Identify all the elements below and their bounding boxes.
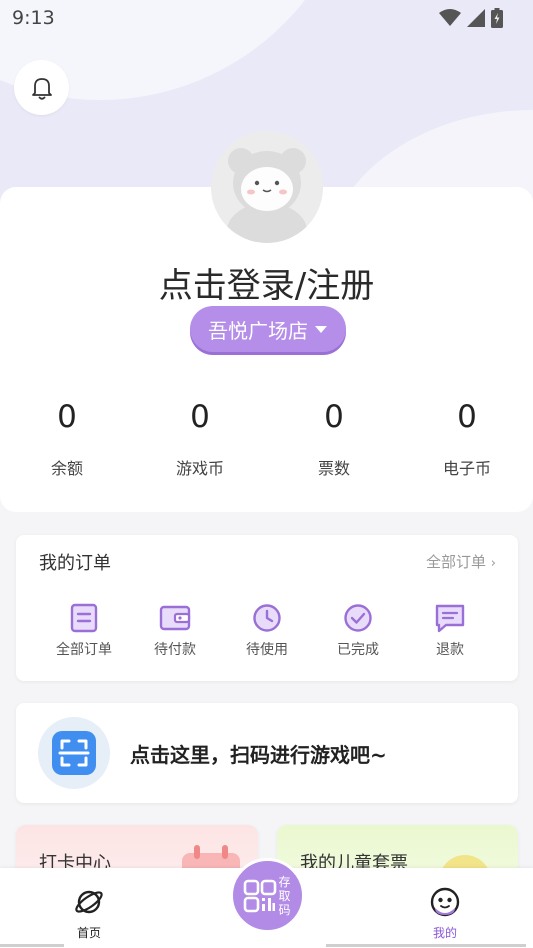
tab-label: 首页 <box>76 926 101 940</box>
scan-icon-wrap <box>38 717 110 789</box>
order-tab-pending-payment[interactable]: 待付款 <box>135 601 215 659</box>
stat-value: 0 <box>190 399 210 435</box>
account-stats: 0 余额 0 游戏币 0 票数 0 电子币 <box>0 395 533 495</box>
order-tab-refund[interactable]: 退款 <box>410 601 490 659</box>
all-orders-link[interactable]: 全部订单 › <box>426 551 496 572</box>
stat-label: 余额 <box>50 459 83 478</box>
tab-mine[interactable]: 我的 <box>415 886 475 941</box>
order-list-icon <box>70 603 98 633</box>
order-tab-label: 已完成 <box>337 642 379 658</box>
stat-balance[interactable]: 0 余额 <box>7 395 127 479</box>
stat-value: 0 <box>324 399 344 435</box>
stat-value: 0 <box>57 399 77 435</box>
gesture-bar <box>326 944 526 947</box>
orders-title: 我的订单 <box>39 553 111 574</box>
stat-tickets[interactable]: 0 票数 <box>274 395 394 479</box>
stat-game-coins[interactable]: 0 游戏币 <box>140 395 260 479</box>
scan-icon <box>52 731 96 775</box>
order-tab-label: 全部订单 <box>56 642 112 658</box>
order-tab-label: 待付款 <box>154 642 196 658</box>
all-orders-label: 全部订单 <box>426 553 487 571</box>
avatar[interactable] <box>211 131 323 243</box>
wallet-icon <box>159 605 191 631</box>
stat-e-coins[interactable]: 0 电子币 <box>407 395 527 479</box>
smiley-face-icon <box>430 887 460 917</box>
status-time: 9:13 <box>12 7 55 29</box>
battery-icon <box>491 8 503 28</box>
access-code-label: 存取码 <box>278 874 291 917</box>
status-bar: 9:13 <box>0 0 533 36</box>
order-tab-all[interactable]: 全部订单 <box>44 601 124 659</box>
login-register-link[interactable]: 点击登录/注册 <box>0 258 533 307</box>
tab-home[interactable]: 首页 <box>59 886 119 941</box>
gesture-bar <box>0 944 64 947</box>
order-tab-completed[interactable]: 已完成 <box>318 601 398 659</box>
refund-icon <box>435 604 465 633</box>
scan-prompt: 点击这里，扫码进行游戏吧~ <box>130 743 387 767</box>
stat-label: 游戏币 <box>175 459 224 478</box>
bell-icon <box>31 77 52 100</box>
stat-label: 电子币 <box>442 459 491 478</box>
planet-icon <box>75 890 103 914</box>
bear-avatar-icon <box>211 131 323 243</box>
scan-to-play-card[interactable]: 点击这里，扫码进行游戏吧~ <box>16 703 518 803</box>
qr-code-icon <box>243 879 276 912</box>
stat-label: 票数 <box>317 459 350 478</box>
wifi-icon <box>439 9 461 26</box>
tab-label: 我的 <box>432 926 457 940</box>
check-circle-icon <box>344 604 372 632</box>
signal-icon <box>467 9 485 27</box>
access-code-button[interactable]: 存取码 <box>230 858 305 933</box>
order-tab-label: 退款 <box>436 642 464 658</box>
order-tab-label: 待使用 <box>246 642 288 658</box>
order-tab-to-use[interactable]: 待使用 <box>227 601 307 659</box>
chevron-right-icon: › <box>490 556 496 571</box>
notification-button[interactable] <box>14 60 69 115</box>
store-selector[interactable]: 吾悦广场店 <box>190 306 346 352</box>
status-icons <box>439 8 503 28</box>
clock-icon <box>253 604 281 632</box>
store-name: 吾悦广场店 <box>208 318 308 343</box>
stat-value: 0 <box>457 399 477 435</box>
caret-down-icon <box>315 325 327 333</box>
my-orders-card: 我的订单 全部订单 › 全部订单 待付款 待使用 已完成 退款 <box>16 535 518 681</box>
